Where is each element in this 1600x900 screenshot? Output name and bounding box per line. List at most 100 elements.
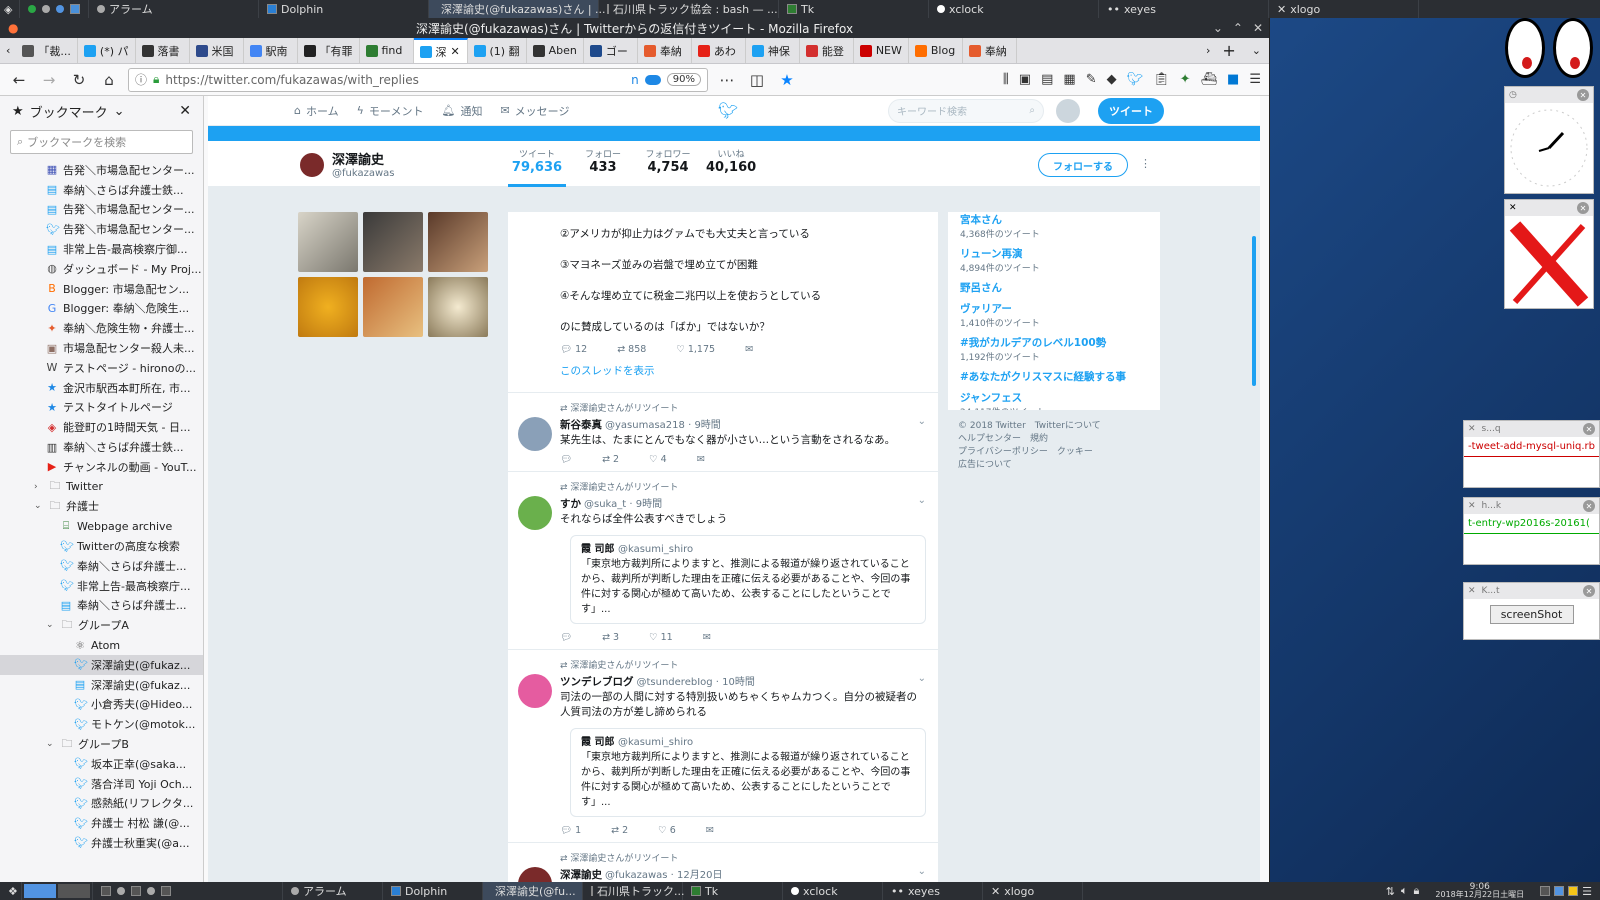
browser-tab[interactable]: 深 ✕ — [413, 38, 468, 63]
task-dolphin[interactable]: Dolphin — [259, 0, 429, 18]
like-icon[interactable]: ♡ 1,175 — [676, 344, 715, 355]
maximize-icon[interactable]: ⌃ — [1233, 21, 1243, 35]
tweet-button[interactable]: ツイート — [1098, 97, 1164, 124]
dm-icon[interactable]: ✉ — [706, 825, 714, 836]
kde-menu-icon[interactable]: ◈ — [0, 0, 20, 18]
trend-item[interactable]: 宮本さん 4,368件のツイート — [960, 212, 1148, 240]
chevron-down-icon[interactable]: ⌄ — [114, 104, 125, 119]
browser-tab[interactable]: Aben — [527, 38, 584, 63]
launchers[interactable] — [93, 882, 283, 900]
close-icon[interactable]: ✕ — [1577, 202, 1589, 214]
browser-tab[interactable]: NEW — [854, 38, 909, 63]
follow-button[interactable]: フォローする — [1038, 153, 1128, 177]
gallery-photo[interactable] — [428, 277, 488, 337]
bookmark-item[interactable]: ▤ 深澤諭史(@fukaz... — [0, 675, 203, 695]
tk-window[interactable]: ✕ K...t ✕ screenShot — [1463, 582, 1600, 640]
bookmark-item[interactable]: ▤ 奉納＼さらば弁護士... — [0, 596, 203, 616]
minimize-icon[interactable]: ⌄ — [1213, 21, 1223, 35]
footer-link[interactable]: プライバシーポリシー クッキー — [958, 446, 1158, 459]
browser-tab[interactable]: 神保 — [746, 38, 800, 63]
grid-icon[interactable]: ▦ — [1063, 72, 1075, 87]
bookmark-item[interactable]: G Blogger: 奉納＼危険生... — [0, 299, 203, 319]
tweet[interactable]: ⇄ 深澤諭史さんがリツイート 新谷泰真 @yasumasa218 · 9時間 ⌄ 某先生… — [508, 392, 938, 471]
bookmark-item[interactable]: 🐦︎ 落合洋司 Yoji Och... — [0, 774, 203, 794]
pager[interactable] — [22, 882, 93, 900]
leaf-icon[interactable]: ✦ — [1180, 72, 1191, 87]
bookmark-folder[interactable]: ⌄ 🗀︎ 弁護士 — [0, 497, 203, 517]
stat-followers[interactable]: フォロワー 4,754 — [638, 147, 698, 175]
profile-handle[interactable]: @fukazawas — [332, 168, 395, 179]
bookmark-item[interactable]: ▥ 奉納＼さらば弁護士鉄... — [0, 437, 203, 457]
like-icon[interactable]: ♡ 11 — [649, 632, 673, 643]
tweet-time[interactable]: 10時間 — [722, 677, 755, 688]
browser-tab[interactable]: (1) 翻 — [468, 38, 527, 63]
bookmark-item[interactable]: 🐦︎ 奉納＼さらば弁護士... — [0, 556, 203, 576]
browser-tab[interactable]: (*) パ — [78, 38, 136, 63]
close-icon[interactable]: ✕ — [1253, 21, 1263, 35]
avatar[interactable] — [1056, 98, 1080, 123]
bookmark-item[interactable]: ▤ 奉納＼さらば弁護士鉄... — [0, 180, 203, 200]
bookmark-item[interactable]: 🐦︎ 弁護士 村松 謙(@... — [0, 813, 203, 833]
terminal-window-2[interactable]: ✕ h...k ✕ t-entry-wp2016s-20161( — [1463, 497, 1600, 565]
bookmark-item[interactable]: 🐦︎ 感熱紙(リフレクタ... — [0, 794, 203, 814]
chevron-down-icon[interactable]: ⌄ — [34, 501, 44, 511]
dm-icon[interactable]: ✉ — [697, 454, 705, 465]
nav-notifications[interactable]: 🔔︎ 通知 — [441, 103, 482, 119]
trend-item[interactable]: ジャンフェス24,117件のツイート — [960, 390, 1148, 410]
chevron-down-icon[interactable]: ⌄ — [918, 673, 926, 684]
author-name[interactable]: 深澤諭史 — [560, 869, 602, 881]
bookmark-item[interactable]: 🐦︎ 告発＼市場急配センター... — [0, 219, 203, 239]
reload-button[interactable]: ↻ — [68, 69, 90, 91]
footer-link[interactable]: ヘルプセンター 規約 — [958, 433, 1158, 446]
chevron-right-icon[interactable]: › — [34, 482, 44, 492]
screenshot-button[interactable]: screenShot — [1489, 605, 1574, 624]
quoted-tweet[interactable]: 霞 司郎 @kasumi_shiro 「東京地方裁判所によりますと、推測による報道… — [570, 535, 926, 624]
bookmark-item[interactable]: ★ テストタイトルページ — [0, 398, 203, 418]
author-handle[interactable]: @suka_t — [584, 499, 626, 510]
forward-button[interactable]: → — [38, 69, 60, 91]
gallery-photo[interactable] — [363, 277, 423, 337]
browser-tab[interactable]: Blog — [909, 38, 963, 63]
close-sidebar-icon[interactable]: ✕ — [179, 103, 191, 119]
stat-likes[interactable]: いいね 40,160 — [706, 147, 756, 175]
task-xlogo[interactable]: ✕ xlogo — [1269, 0, 1419, 18]
author-name[interactable]: すか — [560, 498, 581, 510]
bookmark-item[interactable]: ▤ 告発＼市場急配センター... — [0, 200, 203, 220]
page-actions-icon[interactable]: ⋯ — [716, 69, 738, 91]
extension-icon[interactable]: ◆ — [1107, 72, 1117, 87]
chevron-down-icon[interactable]: ⌄ — [918, 495, 926, 506]
retweet-icon[interactable]: ⇄ 2 — [602, 454, 619, 465]
bookmark-item[interactable]: ▣ 市場急配センター殺人未... — [0, 338, 203, 358]
gallery-photo[interactable] — [363, 212, 423, 272]
bookmark-item[interactable]: 🐦︎ 弁護士秋重実(@a... — [0, 833, 203, 853]
trend-item[interactable]: #あなたがクリスマスに経験する事 — [960, 369, 1148, 384]
bookmark-item[interactable]: ▤ 非常上告-最高検察庁御... — [0, 239, 203, 259]
twitter-search-input[interactable]: キーワード検索 ⌕ — [888, 98, 1044, 123]
zoom-indicator[interactable]: 90% — [666, 73, 701, 86]
url-bar[interactable]: ⓘ 🔒︎ https://twitter.com/fukazawas/with_… — [128, 67, 708, 92]
bookmark-item[interactable]: 🐦︎ 坂本正幸(@saka... — [0, 754, 203, 774]
bookmark-star-icon[interactable]: ★ — [776, 69, 798, 91]
menu-icon[interactable]: ☰ — [1582, 885, 1592, 898]
system-tray[interactable]: ⇅ 🔈︎ 🔒︎ — [1378, 882, 1428, 900]
close-icon[interactable]: ✕ — [1583, 585, 1595, 597]
trend-item[interactable]: ヴァリアー 1,410件のツイート — [960, 301, 1148, 329]
author-handle[interactable]: @yasumasa218 — [605, 420, 685, 431]
browser-tab[interactable]: 奉納 — [638, 38, 692, 63]
url-text[interactable]: https://twitter.com/fukazawas/with_repli… — [165, 73, 625, 87]
twitter-bird-icon[interactable]: 🐦︎ — [718, 101, 738, 120]
retweet-icon[interactable]: ⇄ 3 — [602, 632, 619, 643]
browser-tab[interactable]: find — [360, 38, 414, 63]
task-alarm[interactable]: アラーム — [89, 0, 259, 18]
bookmark-item[interactable]: ◈ 能登町の1時間天気 - 日... — [0, 417, 203, 437]
library-icon[interactable]: ⫼ — [1003, 72, 1009, 87]
browser-tab[interactable]: 落書 — [136, 38, 190, 63]
like-icon[interactable]: ♡ 4 — [649, 454, 667, 465]
bookmark-folder[interactable]: ⌄ 🗀︎ グループA — [0, 615, 203, 635]
clock-readout[interactable]: 9:06 2018年12月22日土曜日 — [1427, 883, 1532, 899]
tweet-time[interactable]: 9時間 — [694, 420, 720, 431]
chevron-down-icon[interactable]: ⌄ — [918, 416, 926, 427]
bookmark-item[interactable]: 🐦︎ 非常上告-最高検察庁... — [0, 576, 203, 596]
task-xeyes[interactable]: •• xeyes — [883, 882, 983, 900]
lock-icon[interactable]: 🔒︎ — [1414, 884, 1420, 898]
